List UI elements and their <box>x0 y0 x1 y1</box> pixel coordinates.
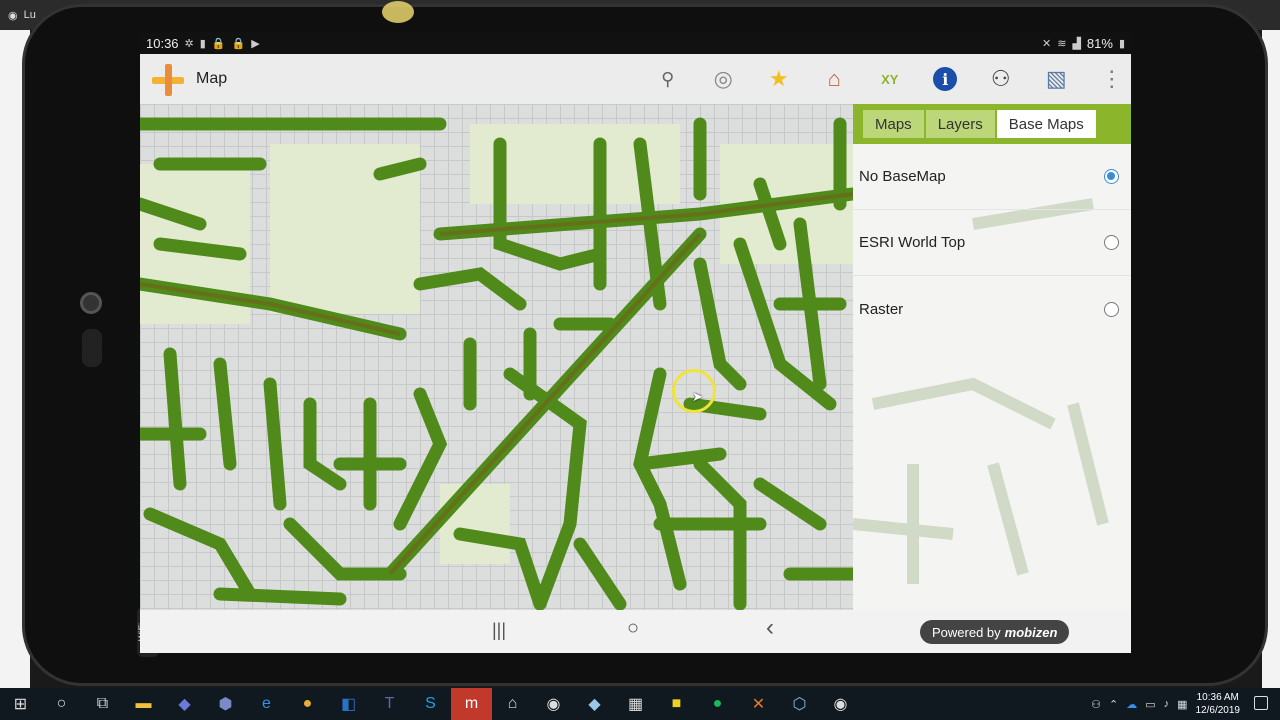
map-tools-icon[interactable]: ▧ <box>1029 54 1085 104</box>
people-icon[interactable]: ⚇ <box>1091 698 1101 711</box>
onedrive-icon[interactable]: ☁ <box>1126 698 1137 711</box>
skype-icon[interactable]: S <box>410 688 451 720</box>
favorites-star-icon[interactable]: ★ <box>751 54 807 104</box>
sd-icon: ▮ <box>199 37 206 50</box>
basemap-option-none[interactable]: No BaseMap <box>853 144 1131 210</box>
powered-by-label: Powered by <box>932 624 1001 640</box>
file-explorer-icon[interactable]: ▬ <box>123 688 164 720</box>
network-app-icon[interactable]: ⬡ <box>779 688 820 720</box>
notification-icon[interactable] <box>1254 696 1268 710</box>
status-bar: 10:36 ✲ ▮ 🔒 🔒 ▶ ✕ ≋ ▟ 81% ▮ <box>140 32 1131 54</box>
tool-icon[interactable]: ✕ <box>738 688 779 720</box>
radio-button[interactable] <box>1104 235 1119 250</box>
home-icon[interactable]: ○ <box>627 617 639 640</box>
spotify-icon[interactable]: ● <box>697 688 738 720</box>
recorder-active-icon[interactable]: ◉ <box>820 688 861 720</box>
mobizen-icon[interactable]: m <box>451 688 492 720</box>
chrome-icon[interactable]: ● <box>287 688 328 720</box>
wifi-icon: ≋ <box>1057 37 1067 50</box>
edge-icon[interactable]: e <box>246 688 287 720</box>
mute-icon: ✕ <box>1042 37 1052 50</box>
binoculars-icon[interactable]: ⚇ <box>973 54 1029 104</box>
brand-logo: mobizen <box>1004 624 1058 640</box>
keyboard-icon[interactable]: ▦ <box>1177 698 1187 711</box>
locate-icon[interactable]: ◎ <box>696 54 752 104</box>
recent-apps-icon[interactable]: ||| <box>492 620 506 641</box>
signal-icon: ▟ <box>1072 37 1081 50</box>
toolbar: ⚲ ◎ ★ ⌂ XY i ⚇ ▧ ⋮ <box>640 54 1131 104</box>
play-icon: ▶ <box>251 37 260 50</box>
more-vert-icon[interactable]: ⋮ <box>1084 54 1131 104</box>
status-time: 10:36 <box>146 35 179 51</box>
taskbar-clock[interactable]: 10:36 AM 12/6/2019 <box>1196 691 1241 717</box>
windows-start-icon[interactable]: ⊞ <box>0 688 41 720</box>
security-icon[interactable]: ⬢ <box>205 688 246 720</box>
info-icon[interactable]: i <box>918 54 974 104</box>
task-view-icon[interactable]: ⧉ <box>82 688 123 720</box>
notes-icon[interactable]: ◆ <box>574 688 615 720</box>
search-icon[interactable]: ⚲ <box>640 54 696 104</box>
app-icon[interactable]: ◆ <box>164 688 205 720</box>
battery-percent: 81% <box>1086 35 1113 51</box>
settings-icon: ✲ <box>184 37 194 50</box>
xy-coordinates-icon[interactable]: XY <box>862 54 918 104</box>
building-icon[interactable]: ⌂ <box>807 54 863 104</box>
basemap-option-esri[interactable]: ESRI World Top <box>853 210 1131 276</box>
recorder-icon[interactable]: ◉ <box>533 688 574 720</box>
phone-screen: 10:36 ✲ ▮ 🔒 🔒 ▶ ✕ ≋ ▟ 81% ▮ Map ⚲ ◎ ★ ⌂ … <box>140 32 1131 653</box>
layer-panel: Maps Layers Base Maps No BaseMap ESRI Wo… <box>853 104 1131 610</box>
sensor <box>82 329 102 367</box>
lock-icon: 🔒 <box>211 37 226 50</box>
radio-button[interactable] <box>1104 301 1119 317</box>
system-tray: ⚇ ⌃ ☁ ▭ ♪ ▦ 10:36 AM 12/6/2019 <box>1091 688 1240 720</box>
browser-tab[interactable]: ◉ Lu <box>8 5 36 25</box>
lock-icon: 🔒 <box>231 37 246 50</box>
volume-icon[interactable]: ♪ <box>1164 698 1170 710</box>
outlook-icon[interactable]: ◧ <box>328 688 369 720</box>
front-camera <box>80 292 102 314</box>
tab-maps[interactable]: Maps <box>863 110 924 138</box>
app-logo[interactable] <box>148 60 188 100</box>
map-view[interactable]: ➤ <box>140 104 853 610</box>
basemap-option-raster[interactable]: Raster <box>853 276 1131 342</box>
sticky-notes-icon[interactable]: ■ <box>656 688 697 720</box>
basemap-option-label: Raster <box>859 300 904 318</box>
browser-tab-title: Lu <box>23 9 36 21</box>
windows-taskbar: ⊞ ○ ⧉ ▬ ◆ ⬢ e ● ◧ T S m ⌂ ◉ ◆ ▦ ■ ● ✕ ⬡ … <box>0 688 1280 720</box>
search-icon[interactable]: ○ <box>41 688 82 720</box>
taskbar-time: 10:36 AM <box>1196 692 1239 703</box>
globe-icon: ◉ <box>8 9 18 22</box>
battery-icon: ▮ <box>1118 37 1125 50</box>
network-icon[interactable]: ▭ <box>1145 698 1155 711</box>
street-network <box>140 117 853 610</box>
basemap-option-label: ESRI World Top <box>859 234 966 251</box>
app-title: Map <box>196 70 228 87</box>
mouse-cursor-icon: ➤ <box>692 389 703 404</box>
back-icon[interactable]: ‹ <box>766 614 774 642</box>
touch-indicator <box>382 1 414 23</box>
basemap-option-label: No BaseMap <box>859 168 946 185</box>
app-bar: Map ⚲ ◎ ★ ⌂ XY i ⚇ ▧ ⋮ <box>140 54 1131 104</box>
android-nav-bar: ||| ○ ‹ Powered by mobizen <box>140 610 1131 653</box>
chevron-up-icon[interactable]: ⌃ <box>1109 698 1118 711</box>
radio-button-selected[interactable] <box>1104 169 1119 184</box>
calculator-icon[interactable]: ▦ <box>615 688 656 720</box>
snip-icon[interactable]: ⌂ <box>492 688 533 720</box>
taskbar-date: 12/6/2019 <box>1195 705 1241 716</box>
teams-icon[interactable]: T <box>369 688 410 720</box>
tab-base-maps[interactable]: Base Maps <box>996 110 1096 138</box>
powered-by-badge: Powered by mobizen <box>920 620 1070 644</box>
panel-tabs: Maps Layers Base Maps <box>853 104 1131 144</box>
tab-layers[interactable]: Layers <box>925 110 995 138</box>
